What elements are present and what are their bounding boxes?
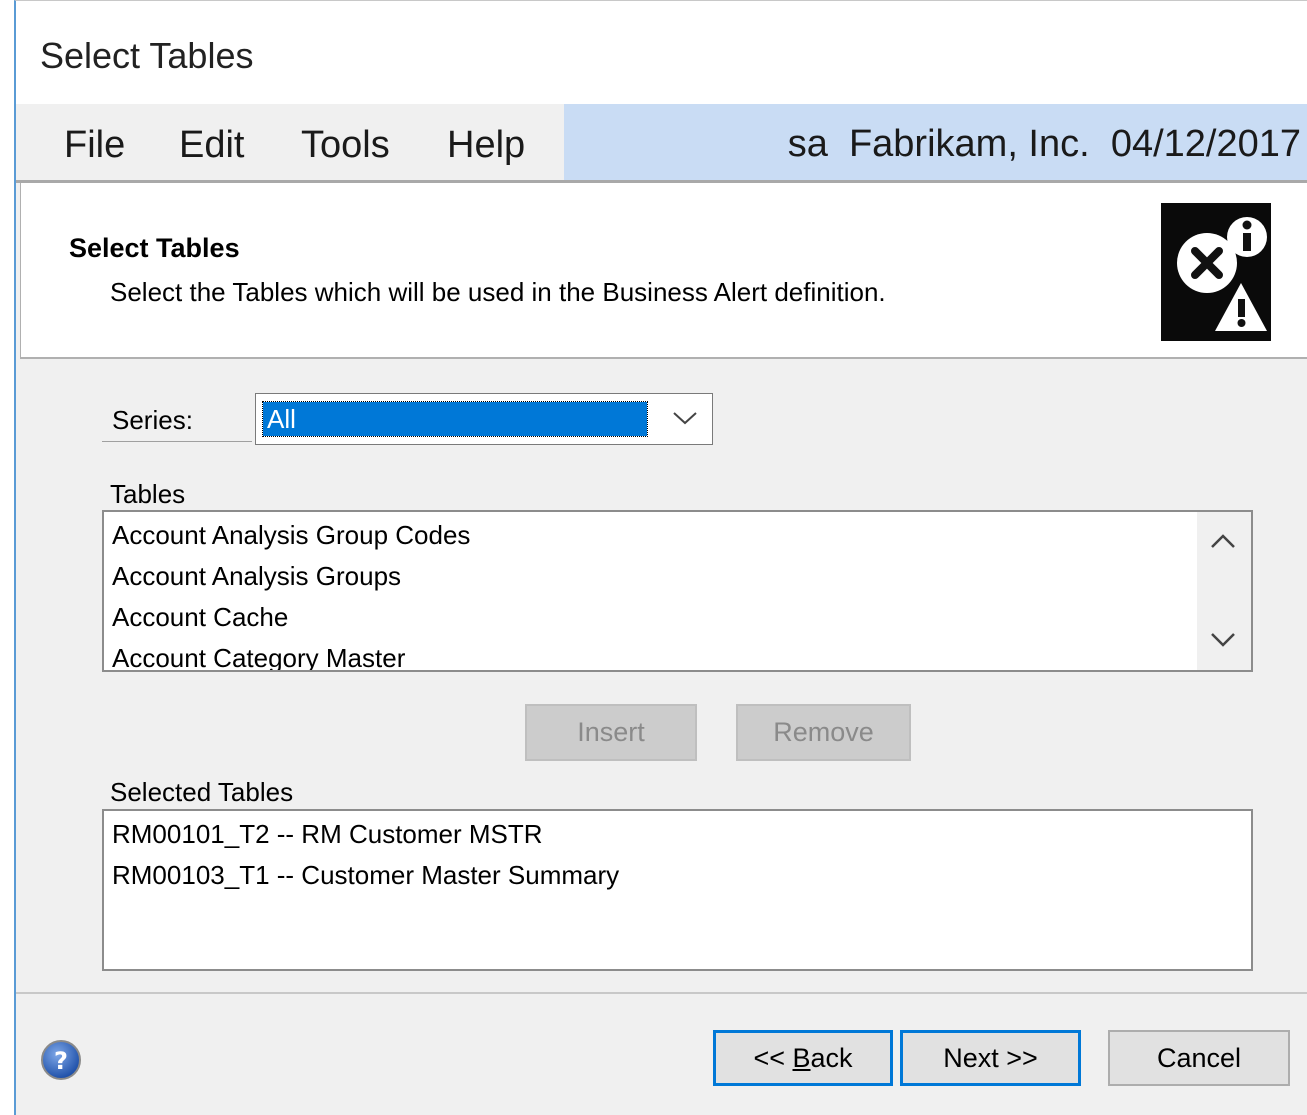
status-date: 04/12/2017 [1110,123,1301,165]
series-dropdown[interactable]: All [255,393,713,445]
next-button[interactable]: Next >> [900,1030,1081,1086]
tables-label: Tables [110,479,186,509]
menu-file[interactable]: File [64,124,125,167]
list-item[interactable]: Account Category Master [112,643,405,670]
list-item[interactable]: RM00103_T1 -- Customer Master Summary [112,860,619,891]
header-description: Select the Tables which will be used in … [110,277,886,307]
series-selected-value: All [262,401,648,437]
cancel-button[interactable]: Cancel [1108,1030,1290,1086]
series-label: Series: [112,405,193,435]
header-panel: Select Tables Select the Tables which wi… [20,183,1307,359]
chevron-down-icon[interactable] [1209,630,1237,655]
header-title: Select Tables [69,233,240,263]
status-company: Fabrikam, Inc. [848,123,1090,165]
status-user: sa [787,123,828,165]
back-button-prefix: << [753,1043,793,1073]
menu-help[interactable]: Help [447,124,525,167]
selected-tables-label: Selected Tables [110,777,294,807]
remove-button[interactable]: Remove [736,704,911,761]
list-item[interactable]: RM00101_T2 -- RM Customer MSTR [112,819,543,850]
chevron-up-icon[interactable] [1209,532,1237,557]
menu-bar: File Edit Tools Help sa Fabrikam, Inc. 0… [16,104,1307,183]
help-icon[interactable]: ? [40,1039,82,1086]
series-label-underline [102,441,252,442]
tables-listbox[interactable]: Account Analysis Group Codes Account Ana… [102,510,1253,672]
selected-tables-listbox[interactable]: RM00101_T2 -- RM Customer MSTR RM00103_T… [102,809,1253,971]
back-button[interactable]: << Back [713,1030,893,1086]
alert-info-icon [1161,203,1271,341]
back-button-accesskey: B [792,1043,811,1073]
list-item[interactable]: Account Cache [112,602,288,633]
window-title: Select Tables [40,35,254,76]
back-button-rest: ack [810,1043,853,1073]
list-item[interactable]: Account Analysis Group Codes [112,520,470,551]
status-text: sa Fabrikam, Inc. 04/12/2017 [788,123,1301,166]
insert-button[interactable]: Insert [525,704,697,761]
footer-divider [16,992,1307,994]
menu-tools[interactable]: Tools [301,124,390,167]
status-area: sa Fabrikam, Inc. 04/12/2017 [564,104,1307,180]
select-tables-window: Select Tables File Edit Tools Help sa Fa… [14,0,1307,1115]
menu-edit[interactable]: Edit [179,124,244,167]
svg-text:?: ? [54,1047,68,1075]
list-item[interactable]: Account Analysis Groups [112,561,401,592]
title-bar: Select Tables [16,1,1307,104]
chevron-down-icon[interactable] [672,408,698,433]
tables-scrollbar[interactable] [1197,512,1251,670]
